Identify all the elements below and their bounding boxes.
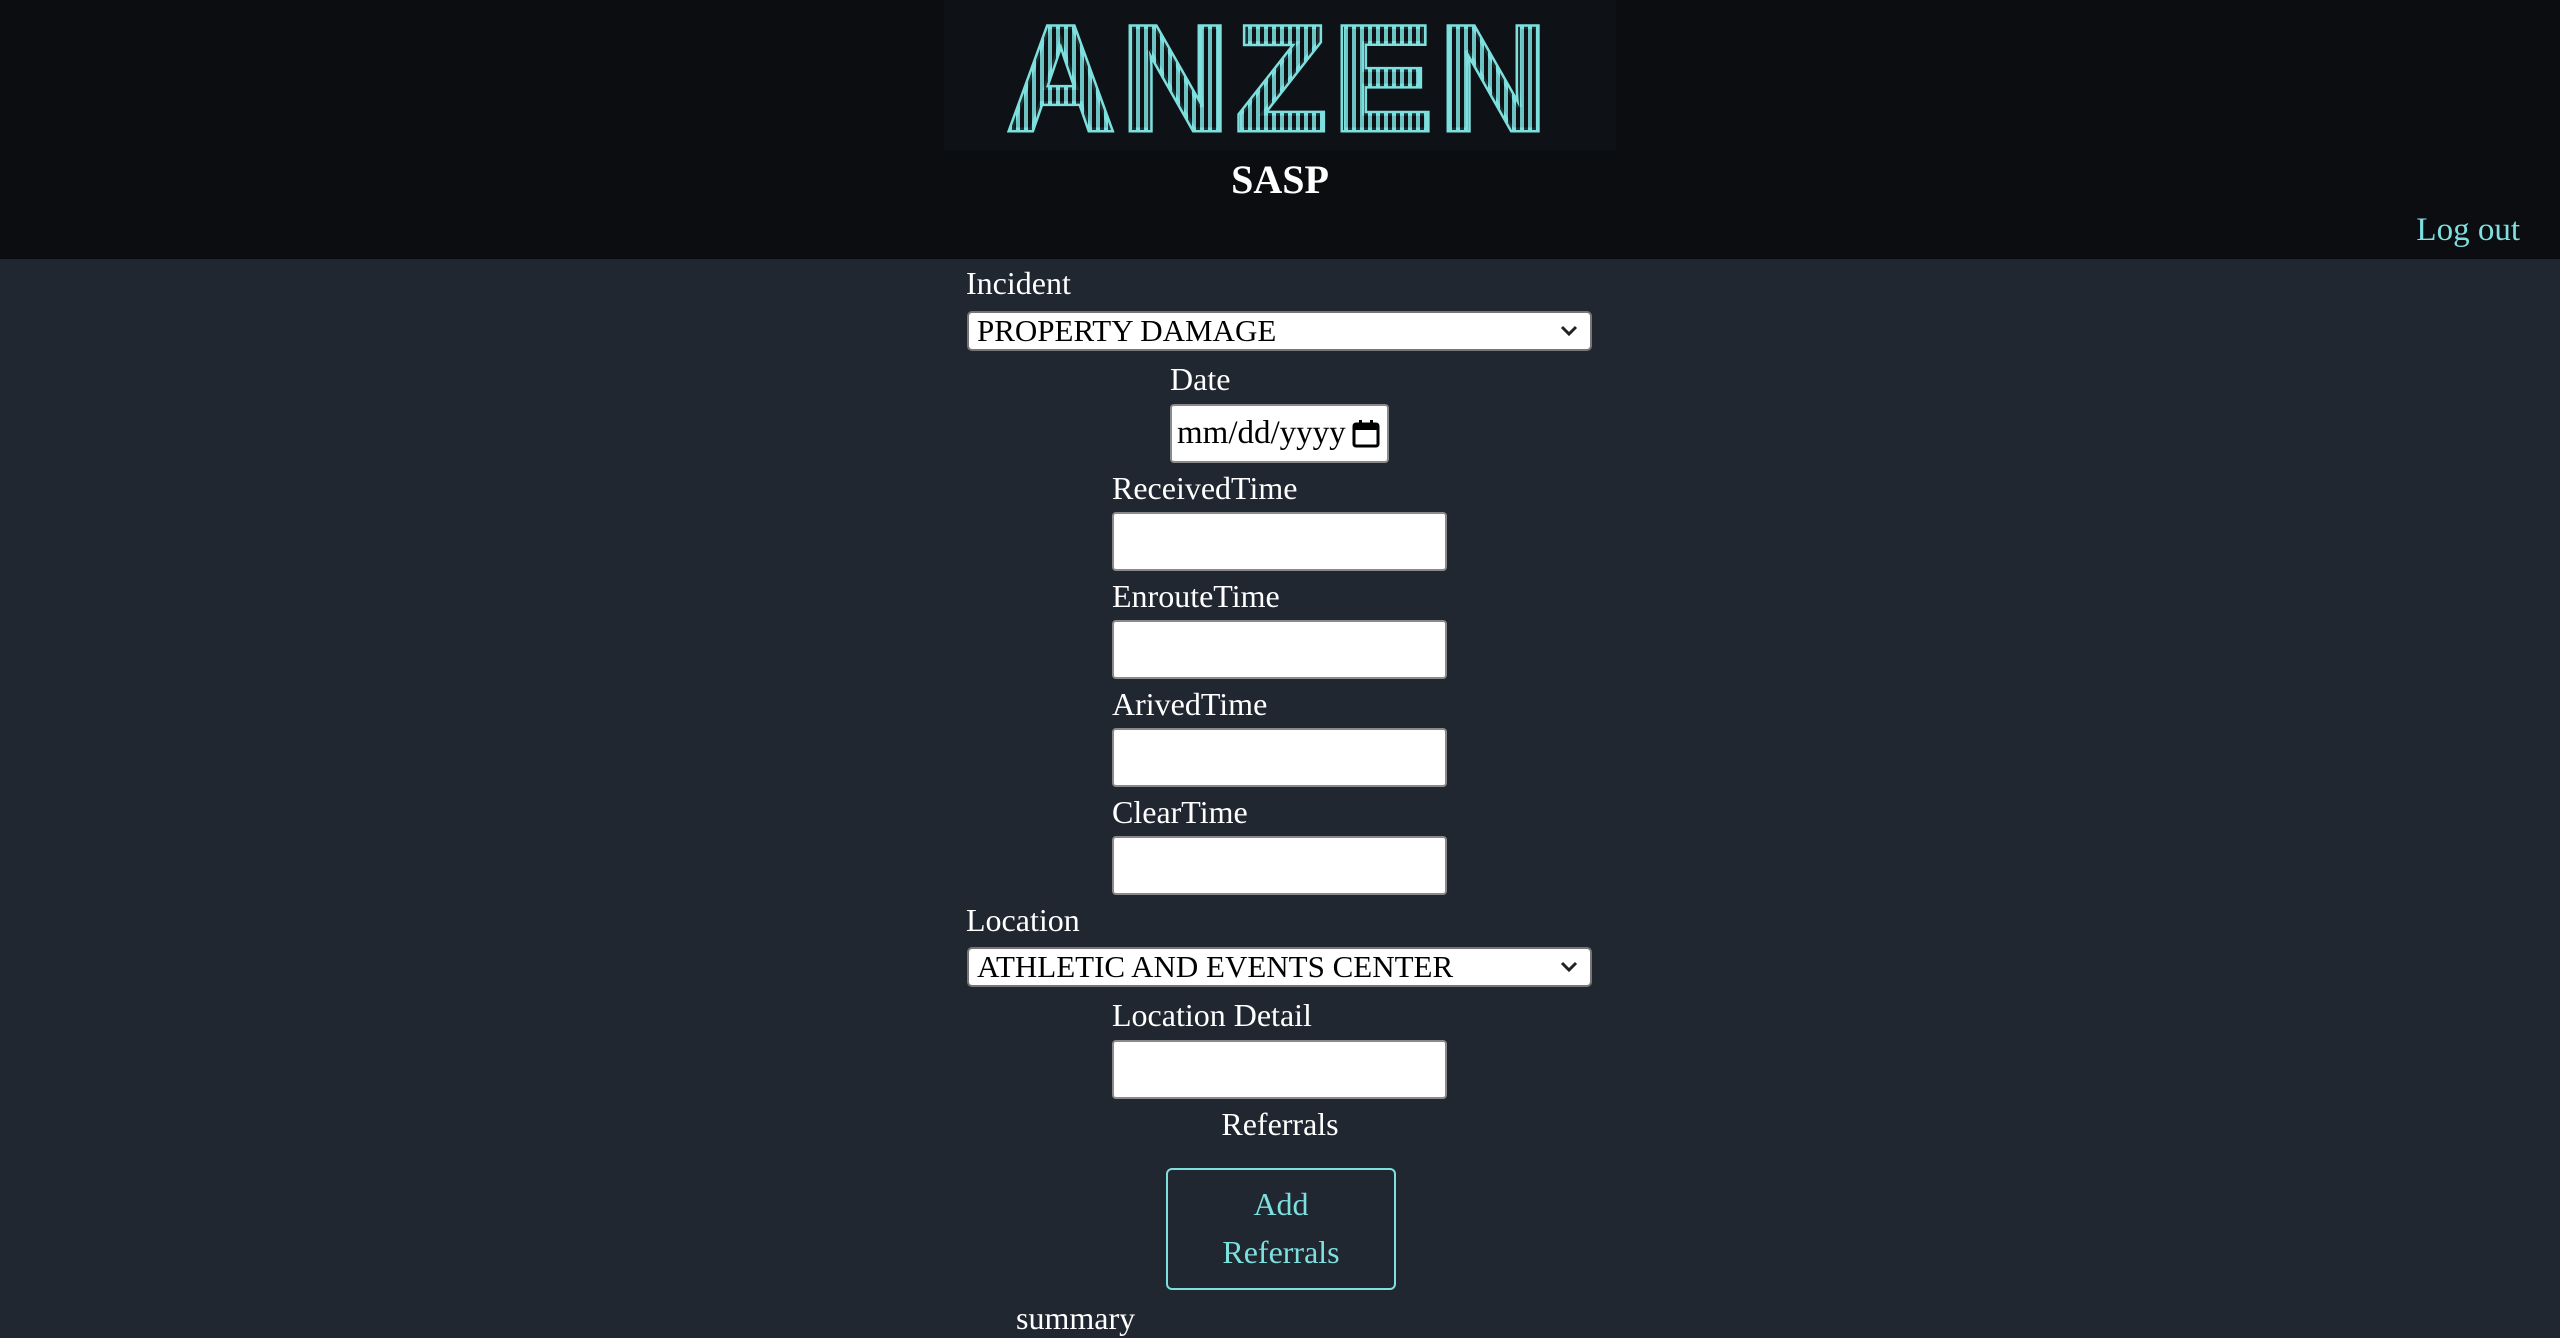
svg-text:ANZEN: ANZEN xyxy=(1007,0,1554,150)
clear-time-label: ClearTime xyxy=(1112,794,1248,830)
add-referrals-button-line2: Referrals xyxy=(1222,1234,1340,1270)
arrived-time-input[interactable] xyxy=(1112,728,1447,787)
app-header: ANZEN ANZEN SASP Log out xyxy=(0,0,2560,259)
location-detail-input[interactable] xyxy=(1112,1040,1447,1099)
location-label: Location xyxy=(966,902,1080,938)
add-referrals-button-line1: Add xyxy=(1253,1186,1309,1222)
incident-select[interactable]: PROPERTY DAMAGE xyxy=(967,311,1592,351)
chevron-down-icon xyxy=(1560,325,1578,337)
received-time-input[interactable] xyxy=(1112,512,1447,571)
calendar-icon[interactable] xyxy=(1351,419,1381,449)
date-input[interactable]: mm/dd/yyyy xyxy=(1170,404,1389,463)
add-referrals-button[interactable]: Add Referrals xyxy=(1166,1168,1396,1290)
date-placeholder: mm/dd/yyyy xyxy=(1177,415,1346,451)
incident-select-value: PROPERTY DAMAGE xyxy=(977,313,1277,348)
incident-label: Incident xyxy=(966,265,1071,301)
logout-link[interactable]: Log out xyxy=(2416,212,2520,249)
location-select-value: ATHLETIC AND EVENTS CENTER xyxy=(977,949,1454,984)
date-label: Date xyxy=(1170,361,1231,397)
clear-time-input[interactable] xyxy=(1112,836,1447,895)
arrived-time-label: ArivedTime xyxy=(1112,686,1268,722)
location-detail-label: Location Detail xyxy=(1112,997,1312,1033)
summary-label: summary xyxy=(1016,1300,1136,1336)
received-time-label: ReceivedTime xyxy=(1112,470,1298,506)
chevron-down-icon xyxy=(1560,961,1578,973)
referrals-label: Referrals xyxy=(1221,1106,1339,1142)
enroute-time-label: EnrouteTime xyxy=(1112,578,1280,614)
page-title: SASP xyxy=(1231,157,1329,202)
location-select[interactable]: ATHLETIC AND EVENTS CENTER xyxy=(967,947,1592,987)
anzen-logo: ANZEN ANZEN xyxy=(944,0,1616,150)
enroute-time-input[interactable] xyxy=(1112,620,1447,679)
